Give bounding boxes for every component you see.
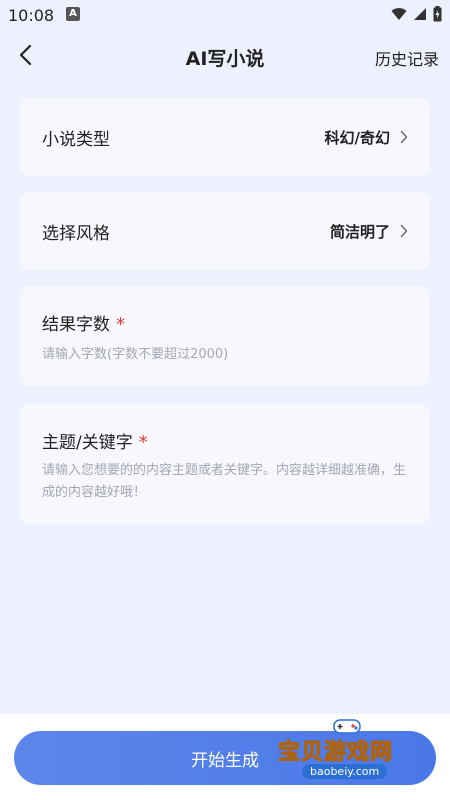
word-count-card: 结果字数 *	[20, 286, 430, 386]
chevron-right-icon	[400, 224, 408, 238]
status-icons	[391, 6, 442, 22]
novel-type-label: 小说类型	[42, 129, 110, 150]
notification-icon: A	[66, 7, 80, 21]
style-selector: 简洁明了	[330, 221, 408, 242]
page: 10:08 A AI写小说 历史记录 小说类型 科幻/奇幻 选择风格 简洁明了 …	[0, 0, 450, 800]
chevron-right-icon	[400, 130, 408, 144]
novel-type-selector: 科幻/奇幻	[325, 127, 408, 148]
topic-label: 主题/关键字	[42, 433, 133, 453]
required-mark: *	[116, 314, 125, 335]
watermark-url: baobeiy.com	[302, 764, 388, 779]
watermark: 宝贝游戏网 baobeiy.com	[272, 714, 444, 794]
word-count-label: 结果字数	[42, 315, 110, 335]
word-count-input[interactable]	[42, 344, 408, 366]
topic-card: 主题/关键字 *	[20, 404, 430, 524]
status-time: 10:08	[8, 6, 55, 25]
word-count-title: 结果字数 *	[42, 310, 125, 335]
wifi-icon	[391, 8, 407, 20]
topic-input[interactable]	[42, 460, 408, 508]
watermark-text: 宝贝游戏网	[277, 740, 394, 766]
novel-type-row[interactable]: 小说类型 科幻/奇幻	[20, 98, 430, 176]
topic-title: 主题/关键字 *	[42, 428, 148, 453]
style-label: 选择风格	[42, 223, 110, 244]
history-link[interactable]: 历史记录	[375, 46, 439, 70]
novel-type-value: 科幻/奇幻	[324, 128, 390, 147]
style-value: 简洁明了	[329, 222, 390, 241]
nav-bar: AI写小说 历史记录	[0, 32, 450, 80]
signal-icon	[414, 8, 426, 20]
gamepad-icon	[333, 719, 361, 734]
status-bar: 10:08 A	[0, 0, 450, 32]
required-mark: *	[138, 432, 148, 453]
style-row[interactable]: 选择风格 简洁明了	[20, 192, 430, 270]
battery-icon	[433, 6, 442, 22]
